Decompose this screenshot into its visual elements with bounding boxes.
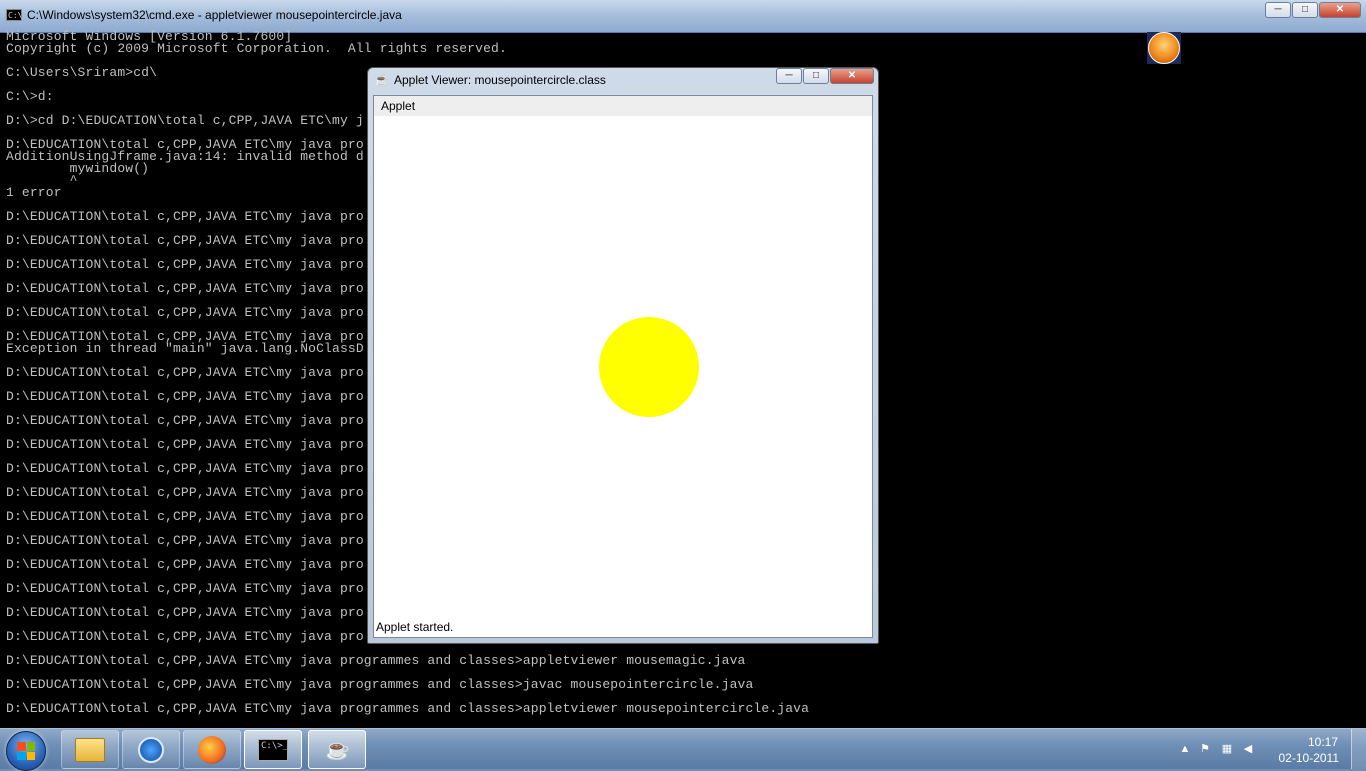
applet-status: Applet started. xyxy=(376,620,454,634)
minimize-button[interactable]: ─ xyxy=(776,68,802,84)
orb-icon xyxy=(1148,32,1180,64)
minimize-button[interactable]: ─ xyxy=(1265,2,1291,18)
maximize-button[interactable]: □ xyxy=(1292,2,1318,18)
applet-window-title: Applet Viewer: mousepointercircle.class xyxy=(394,73,606,87)
cmd-app-icon[interactable]: C:\ xyxy=(6,9,22,21)
taskbar-cmd-button[interactable]: C:\>_ xyxy=(244,730,302,769)
cmd-window-title: C:\Windows\system32\cmd.exe - appletview… xyxy=(27,8,402,22)
windows-logo-icon xyxy=(17,742,35,760)
network-icon[interactable]: ▦ xyxy=(1220,742,1234,756)
action-center-icon[interactable]: ⚑ xyxy=(1198,742,1212,756)
system-tray: ▲ ⚑ ▦ ◀ 10:17 02-10-2011 xyxy=(1166,729,1366,769)
app-badge-icon xyxy=(1147,32,1181,64)
applet-canvas[interactable]: Applet Applet started. xyxy=(373,95,873,638)
cmd-icon: C:\>_ xyxy=(258,738,288,761)
taskbar-java-button[interactable]: ☕ xyxy=(308,730,366,769)
applet-titlebar[interactable]: ☕ Applet Viewer: mousepointercircle.clas… xyxy=(368,68,878,92)
show-desktop-button[interactable] xyxy=(1351,729,1366,769)
taskbar-firefox-button[interactable] xyxy=(183,730,241,769)
java-cup-icon[interactable]: ☕ xyxy=(374,73,389,87)
close-button[interactable]: ✕ xyxy=(1319,2,1361,18)
start-button[interactable] xyxy=(6,731,46,771)
show-hidden-icons-icon[interactable]: ▲ xyxy=(1178,742,1192,756)
clock-time[interactable]: 10:17 xyxy=(1308,735,1338,749)
java-icon: ☕ xyxy=(325,738,350,761)
mouse-pointer-circle xyxy=(599,317,699,417)
taskbar-media-center-button[interactable] xyxy=(122,730,180,769)
firefox-icon xyxy=(198,735,226,764)
folder-icon xyxy=(75,737,105,762)
taskbar-explorer-button[interactable] xyxy=(61,730,119,769)
applet-caption-buttons: ─ □ ✕ xyxy=(775,68,874,84)
media-center-icon xyxy=(138,736,164,763)
clock-date[interactable]: 02-10-2011 xyxy=(1279,751,1340,765)
applet-viewer-window[interactable]: ☕ Applet Viewer: mousepointercircle.clas… xyxy=(367,67,879,644)
maximize-button[interactable]: □ xyxy=(803,68,829,84)
taskbar: C:\>_ ☕ ▲ ⚑ ▦ ◀ 10:17 02-10-2011 xyxy=(0,728,1366,771)
volume-icon[interactable]: ◀ xyxy=(1241,742,1255,756)
applet-menubar: Applet xyxy=(374,96,872,116)
close-button[interactable]: ✕ xyxy=(830,68,874,84)
cmd-caption-buttons: ─ □ ✕ xyxy=(1264,2,1361,18)
applet-menu[interactable]: Applet xyxy=(381,99,415,113)
